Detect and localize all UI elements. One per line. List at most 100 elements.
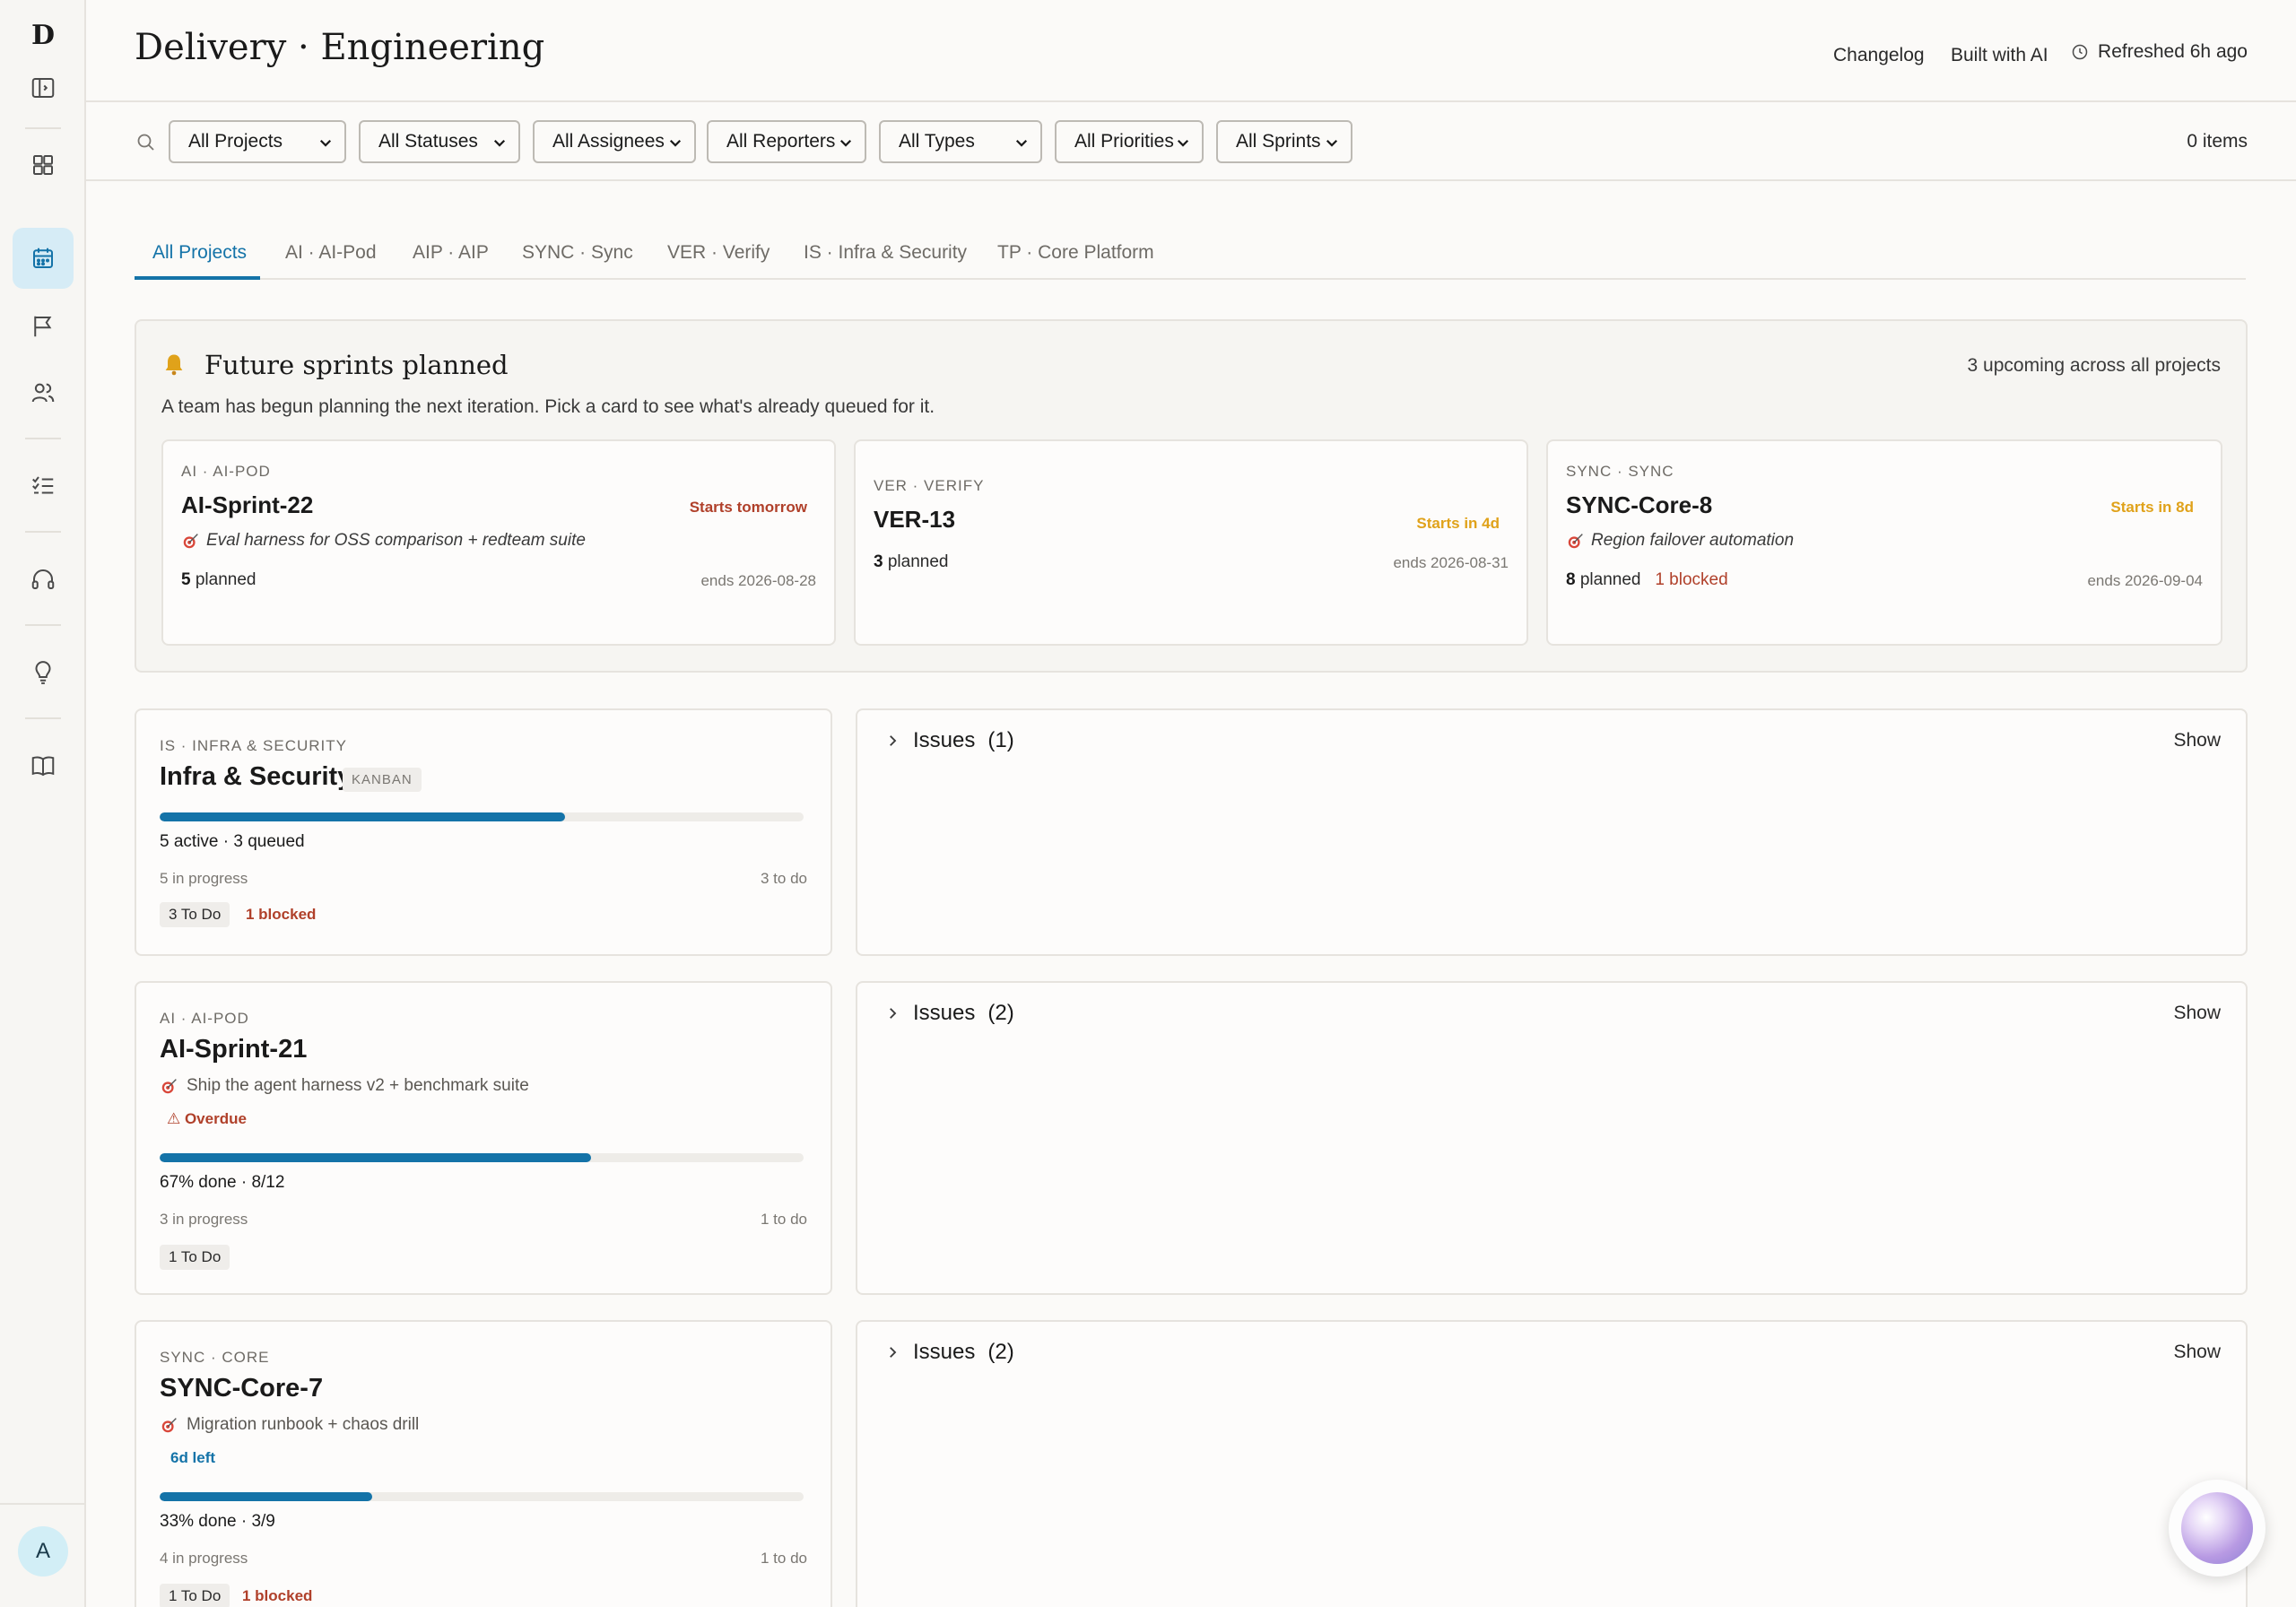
project-label: AI · AI-POD: [181, 463, 271, 480]
issues-label: Issues: [913, 1340, 976, 1364]
sprint-name: AI-Sprint-22: [181, 491, 314, 518]
sidebar: D A: [0, 0, 86, 1607]
assignees-filter[interactable]: All Assignees: [533, 120, 696, 163]
sidebar-divider: [0, 1503, 86, 1505]
status-tag[interactable]: 1 To Do: [160, 1245, 230, 1270]
projects-filter[interactable]: All Projects: [169, 120, 346, 163]
target-icon: [1568, 534, 1583, 549]
blocked-tag[interactable]: 1 blocked: [242, 1587, 312, 1605]
types-filter[interactable]: All Types: [879, 120, 1042, 163]
starts-label: Starts in 8d: [2110, 499, 2194, 516]
issues-toggle[interactable]: Issues (1): [884, 728, 1014, 753]
show-button[interactable]: Show: [2173, 1003, 2221, 1024]
projects-filter-value: All Projects: [188, 131, 283, 152]
project-label: VER · VERIFY: [874, 477, 985, 494]
in-progress-count: 3 in progress: [160, 1211, 248, 1228]
progress-fill: [160, 812, 566, 821]
calendar-icon: [33, 248, 53, 268]
project-label: AI · AI-POD: [160, 1010, 249, 1027]
reporters-filter-value: All Reporters: [726, 131, 836, 152]
sprint-summary: 33% done · 3/9: [160, 1512, 275, 1531]
app-logo[interactable]: D: [0, 20, 86, 51]
sidebar-item-tasks[interactable]: [13, 456, 74, 517]
search-icon[interactable]: [135, 131, 156, 152]
sidebar-divider: [25, 127, 61, 129]
sidebar-item-dashboard[interactable]: [13, 135, 74, 195]
priorities-filter[interactable]: All Priorities: [1055, 120, 1204, 163]
issues-toggle[interactable]: Issues (2): [884, 1340, 1014, 1365]
status-tag[interactable]: 3 To Do: [160, 902, 230, 927]
sidebar-divider: [25, 531, 61, 533]
target-icon: [161, 1079, 177, 1094]
sprint-goal-text: Migration runbook + chaos drill: [187, 1415, 420, 1434]
days-left-badge: 6d left: [170, 1449, 216, 1466]
tab-aip[interactable]: AIP · AIP: [413, 242, 489, 264]
sprint-goal-text: Ship the agent harness v2 + benchmark su…: [187, 1076, 529, 1095]
target-icon: [183, 534, 198, 549]
future-sprint-card[interactable]: AI · AI-POD AI-Sprint-22 Starts tomorrow…: [161, 439, 836, 646]
tab-infra-security[interactable]: IS · Infra & Security: [804, 242, 967, 264]
show-button[interactable]: Show: [2173, 1342, 2221, 1363]
future-sprint-card[interactable]: SYNC · SYNC SYNC-Core-8 Starts in 8d Reg…: [1546, 439, 2222, 646]
planned-label: planned: [887, 552, 949, 571]
sprint-name: AI-Sprint-21: [160, 1035, 308, 1064]
sprint-card[interactable]: IS · INFRA & SECURITY Infra & Security K…: [135, 708, 832, 956]
issues-toggle[interactable]: Issues (2): [884, 1001, 1014, 1026]
chevron-down-icon: [1326, 139, 1338, 147]
page-title: Delivery · Engineering: [135, 27, 545, 68]
sidebar-item-docs[interactable]: [13, 735, 74, 796]
to-do-count: 3 to do: [761, 870, 807, 887]
reporters-filter[interactable]: All Reporters: [707, 120, 866, 163]
tab-verify[interactable]: VER · Verify: [667, 242, 770, 264]
sidebar-item-support[interactable]: [13, 549, 74, 610]
tab-all-projects[interactable]: All Projects: [152, 242, 247, 264]
filter-bar: All Projects All Statuses All Assignees …: [86, 102, 2296, 181]
sprint-card[interactable]: AI · AI-POD AI-Sprint-21 Ship the agent …: [135, 981, 832, 1295]
ai-assistant-button[interactable]: [2169, 1480, 2266, 1577]
sprint-name: SYNC-Core-7: [160, 1374, 324, 1403]
planned-label: planned: [195, 570, 257, 589]
sprint-goal: Region failover automation: [1566, 531, 1794, 551]
users-icon: [31, 383, 55, 403]
planned-count: 3 planned: [874, 552, 948, 572]
end-date: ends 2026-08-28: [700, 572, 816, 589]
issues-label: Issues: [913, 1001, 976, 1025]
status-tag[interactable]: 1 To Do: [160, 1584, 230, 1607]
sidebar-item-sprints[interactable]: [13, 228, 74, 289]
chevron-down-icon: [1015, 139, 1028, 147]
lightbulb-icon: [35, 661, 51, 684]
checklist-icon: [32, 476, 54, 494]
blocked-tag[interactable]: 1 blocked: [246, 906, 316, 924]
sprints-filter[interactable]: All Sprints: [1216, 120, 1352, 163]
chevron-down-icon: [669, 139, 682, 147]
changelog-link[interactable]: Changelog: [1833, 45, 1925, 66]
sidebar-item-people[interactable]: [13, 362, 74, 423]
chevron-down-icon: [839, 139, 852, 147]
sprint-name: Infra & Security: [160, 762, 352, 791]
active-tab-indicator: [135, 276, 260, 280]
avatar[interactable]: A: [18, 1526, 68, 1577]
tab-core-platform[interactable]: TP · Core Platform: [997, 242, 1154, 264]
blocked-count: 1 blocked: [1655, 570, 1728, 589]
statuses-filter[interactable]: All Statuses: [359, 120, 520, 163]
in-progress-count: 4 in progress: [160, 1550, 248, 1567]
sidebar-item-ideas[interactable]: [13, 642, 74, 703]
sprint-card[interactable]: SYNC · CORE SYNC-Core-7 Migration runboo…: [135, 1320, 832, 1607]
show-button[interactable]: Show: [2173, 730, 2221, 751]
progress-fill: [160, 1153, 592, 1162]
tab-ai-pod[interactable]: AI · AI-Pod: [285, 242, 377, 264]
statuses-filter-value: All Statuses: [378, 131, 478, 152]
chevron-right-icon: [890, 1008, 897, 1019]
ai-orb-icon: [2181, 1492, 2253, 1564]
bell-icon: [165, 354, 183, 376]
future-sprint-card[interactable]: VER · VERIFY VER-13 Starts in 4d 3 plann…: [854, 439, 1528, 646]
sidebar-toggle-button[interactable]: [13, 57, 74, 118]
issues-count: (1): [987, 728, 1014, 752]
built-with-ai-link[interactable]: Built with AI: [1951, 45, 2048, 66]
sidebar-item-milestones[interactable]: [13, 296, 74, 357]
sprint-summary: 5 active · 3 queued: [160, 832, 305, 851]
tab-sync[interactable]: SYNC · Sync: [522, 242, 633, 264]
future-sprints-title: Future sprints planned: [204, 350, 509, 380]
target-icon: [161, 1418, 177, 1433]
priorities-filter-value: All Priorities: [1074, 131, 1174, 152]
